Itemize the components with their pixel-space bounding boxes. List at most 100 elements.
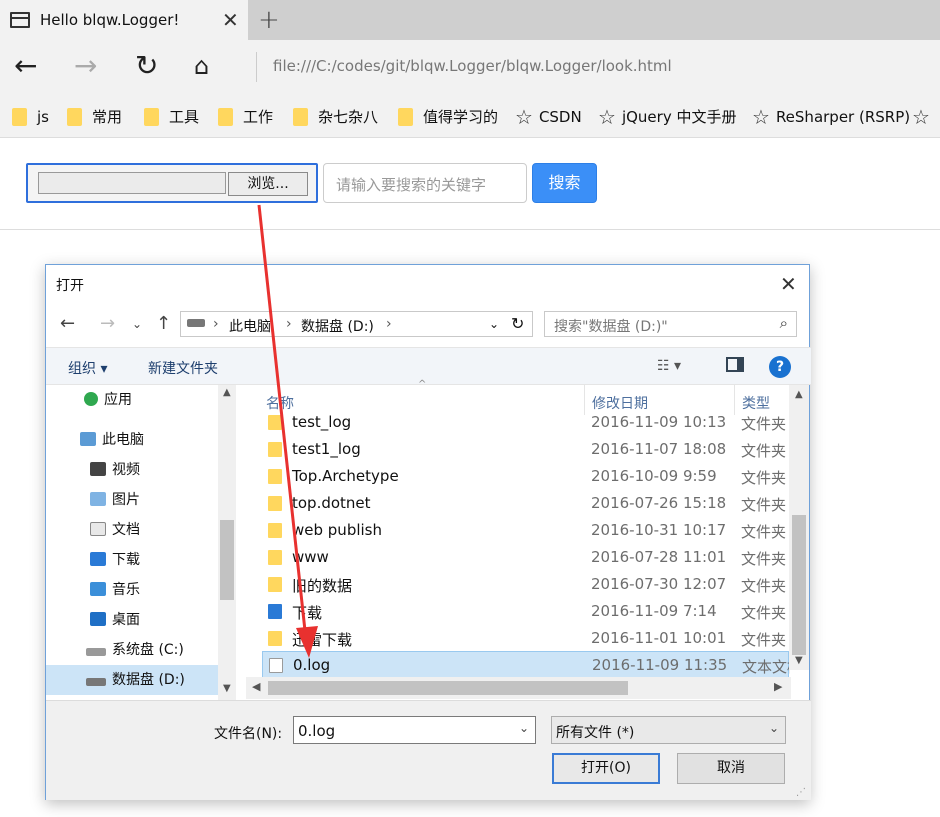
folder-icon [268, 631, 282, 646]
browse-button[interactable]: 浏览... [228, 172, 308, 196]
scroll-left-icon[interactable]: ◀ [252, 680, 260, 693]
forward-icon[interactable]: → [74, 48, 97, 84]
file-date: 2016-11-09 10:13 [591, 413, 727, 431]
resize-grip-icon[interactable]: ⋰ [796, 787, 806, 798]
breadcrumb[interactable]: › 此电脑 › 数据盘 (D:) › ⌄ ↻ [180, 311, 533, 337]
nav-item-drive-d[interactable]: 数据盘 (D:) [46, 665, 218, 695]
address-bar[interactable]: file:///C:/codes/git/blqw.Logger/blqw.Lo… [256, 52, 940, 82]
cancel-button[interactable]: 取消 [677, 753, 785, 784]
new-folder-button[interactable]: 新建文件夹 [148, 358, 218, 378]
bookmark-folder-tools[interactable]: 工具 [144, 107, 199, 127]
chevron-down-icon[interactable]: ⌄ [489, 317, 499, 331]
file-row[interactable]: 迅雷下载 2016-11-01 10:01 文件夹 [262, 625, 789, 652]
bookmark-csdn[interactable]: ☆ CSDN [515, 107, 582, 127]
file-row[interactable]: test1_log 2016-11-07 18:08 文件夹 [262, 436, 789, 463]
new-tab-icon[interactable]: + [258, 5, 280, 35]
back-icon[interactable]: ← [60, 313, 75, 334]
nav-item-downloads[interactable]: 下载 [90, 545, 140, 575]
file-row-selected[interactable]: 0.log 2016-11-09 11:35 文本文档 [262, 651, 790, 678]
file-date: 2016-11-09 11:35 [592, 656, 728, 674]
scroll-down-icon[interactable]: ▼ [223, 683, 231, 694]
close-tab-icon[interactable]: ✕ [222, 8, 239, 32]
dialog-search-input[interactable]: 搜索"数据盘 (D:)" ⌕ [544, 311, 797, 337]
file-name: 迅雷下载 [292, 631, 353, 649]
bookmark-folder-learn[interactable]: 值得学习的 [398, 107, 498, 127]
bookmark-overflow[interactable]: ☆ [912, 107, 936, 127]
nav-item-apps[interactable]: 应用 [84, 385, 132, 415]
scroll-up-icon[interactable]: ▲ [223, 387, 231, 398]
help-icon[interactable]: ? [769, 356, 791, 378]
open-button[interactable]: 打开(O) [552, 753, 660, 784]
file-list-vertical-scrollbar[interactable]: ▲ ▼ [789, 385, 809, 670]
search-button[interactable]: 搜索 [532, 163, 597, 203]
nav-item-documents[interactable]: 文档 [90, 515, 140, 545]
computer-icon [80, 432, 96, 446]
scroll-down-icon[interactable]: ▼ [795, 655, 803, 666]
file-path-field[interactable] [38, 172, 226, 194]
chevron-down-icon[interactable]: ⌄ [132, 317, 142, 331]
nav-item-desktop[interactable]: 桌面 [90, 605, 140, 635]
nav-item-drive-c[interactable]: 系统盘 (C:) [86, 635, 184, 665]
nav-item-label: 系统盘 (C:) [112, 642, 184, 658]
tab-title: Hello blqw.Logger! [40, 11, 180, 29]
nav-item-label: 桌面 [112, 612, 140, 628]
organize-menu[interactable]: 组织 ▾ [68, 358, 107, 378]
file-row[interactable]: Top.Archetype 2016-10-09 9:59 文件夹 [262, 463, 789, 490]
close-icon[interactable]: ✕ [780, 272, 797, 296]
file-input[interactable]: 浏览... [26, 163, 318, 203]
picture-icon [90, 492, 106, 506]
bookmark-folder-common[interactable]: 常用 [67, 107, 122, 127]
breadcrumb-item[interactable]: 数据盘 (D:) [301, 316, 374, 336]
file-row[interactable]: web publish 2016-10-31 10:17 文件夹 [262, 517, 789, 544]
back-icon[interactable]: ← [14, 48, 37, 84]
browser-tab[interactable]: Hello blqw.Logger! ✕ [0, 0, 248, 40]
bookmark-label: 值得学习的 [423, 108, 499, 126]
home-icon[interactable]: ⌂ [194, 48, 209, 84]
search-icon: ⌕ [779, 314, 788, 332]
scroll-right-icon[interactable]: ▶ [774, 680, 782, 693]
bookmark-folder-misc[interactable]: 杂七杂八 [293, 107, 378, 127]
chevron-down-icon[interactable]: ⌄ [519, 721, 529, 735]
breadcrumb-item[interactable]: 此电脑 [229, 316, 271, 336]
search-placeholder: 请输入要搜索的关键字 [336, 176, 487, 194]
file-row[interactable]: www 2016-07-28 11:01 文件夹 [262, 544, 789, 571]
file-name: test_log [292, 413, 352, 431]
bookmark-resharper[interactable]: ☆ ReSharper (RSRP) [752, 107, 910, 127]
bookmark-folder-js[interactable]: js [12, 107, 49, 127]
file-list-horizontal-scrollbar[interactable]: ◀ ▶ [246, 677, 791, 699]
refresh-icon[interactable]: ↻ [511, 314, 524, 333]
open-file-dialog: 打开 ✕ ← → ⌄ ↑ › 此电脑 › 数据盘 (D:) › ⌄ ↻ 搜索"数… [45, 264, 811, 800]
preview-pane-icon[interactable] [726, 357, 744, 372]
file-type-select[interactable]: 所有文件 (*) ⌄ [551, 716, 786, 744]
dialog-navigation: ← → ⌄ ↑ › 此电脑 › 数据盘 (D:) › ⌄ ↻ 搜索"数据盘 (D… [46, 307, 811, 343]
filename-input[interactable]: 0.log ⌄ [293, 716, 536, 744]
bookmark-jquery[interactable]: ☆ jQuery 中文手册 [598, 107, 736, 127]
forward-icon[interactable]: → [100, 313, 115, 334]
nav-item-music[interactable]: 音乐 [90, 575, 140, 605]
nav-item-pictures[interactable]: 图片 [90, 485, 140, 515]
nav-item-this-pc[interactable]: 此电脑 [80, 425, 144, 455]
file-name: Top.Archetype [292, 467, 399, 485]
refresh-icon[interactable]: ↻ [135, 48, 158, 84]
file-type: 文件夹 [741, 523, 787, 541]
file-list: 名称 ^ 修改日期 类型 test_log 2016-11-09 10:13 文件夹… [246, 379, 791, 700]
file-row[interactable]: 下载 2016-11-09 7:14 文件夹 [262, 598, 789, 625]
scrollbar-thumb[interactable] [220, 520, 234, 600]
folder-icon [268, 415, 282, 430]
bookmark-label: js [37, 108, 49, 126]
search-input[interactable]: 请输入要搜索的关键字 [323, 163, 527, 203]
file-name: web publish [292, 521, 382, 539]
nav-item-videos[interactable]: 视频 [90, 455, 140, 485]
file-row[interactable]: 旧的数据 2016-07-30 12:07 文件夹 [262, 571, 789, 598]
scrollbar-thumb[interactable] [792, 515, 806, 655]
up-icon[interactable]: ↑ [156, 313, 171, 334]
bookmark-folder-work[interactable]: 工作 [218, 107, 273, 127]
scroll-up-icon[interactable]: ▲ [795, 389, 803, 400]
navigation-scrollbar[interactable]: ▲ ▼ [218, 385, 236, 700]
file-row[interactable]: top.dotnet 2016-07-26 15:18 文件夹 [262, 490, 789, 517]
file-name: 旧的数据 [292, 577, 353, 595]
file-row[interactable]: test_log 2016-11-09 10:13 文件夹 [262, 409, 789, 436]
view-options-icon[interactable]: ☷ ▾ [657, 358, 681, 374]
folder-icon [268, 577, 282, 592]
scrollbar-thumb[interactable] [268, 681, 628, 695]
